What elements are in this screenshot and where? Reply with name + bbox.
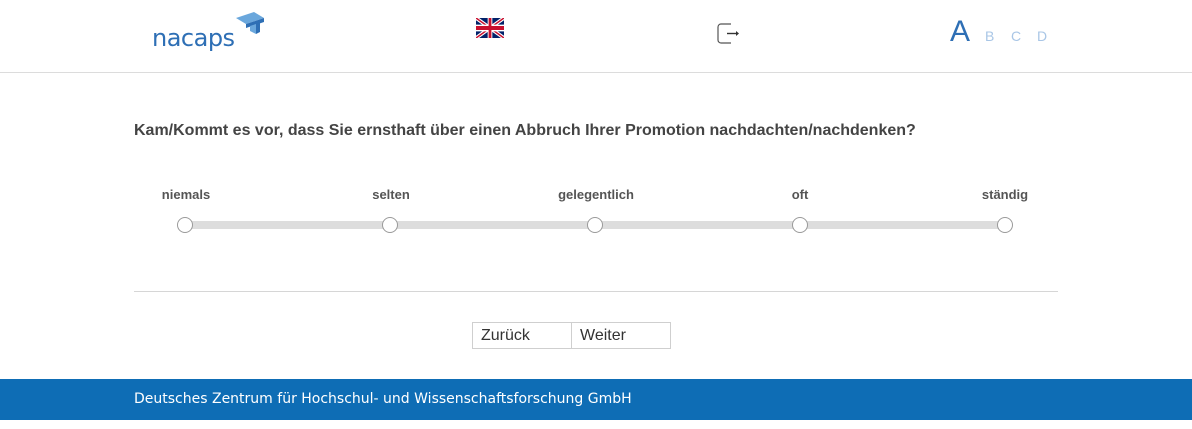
scale-label-selten: selten: [372, 187, 410, 202]
back-button[interactable]: Zurück: [472, 322, 572, 349]
font-size-b[interactable]: B: [985, 28, 1004, 44]
radio-niemals[interactable]: [177, 217, 193, 233]
question-text: Kam/Kommt es vor, dass Sie ernsthaft übe…: [134, 122, 916, 139]
scale-label-oft: oft: [791, 187, 809, 202]
scale-label-gelegentlich: gelegentlich: [558, 187, 634, 202]
navigation-buttons: Zurück Weiter: [472, 322, 671, 349]
radio-selten[interactable]: [382, 217, 398, 233]
scale-label-staendig: ständig: [981, 187, 1029, 202]
font-size-selector: A B C D: [950, 14, 1056, 50]
uk-flag-icon[interactable]: [476, 18, 504, 38]
font-size-d[interactable]: D: [1037, 28, 1056, 44]
footer-text: Deutsches Zentrum für Hochschul- und Wis…: [134, 391, 632, 407]
radio-oft[interactable]: [792, 217, 808, 233]
logo: nacaps: [152, 10, 264, 52]
header: nacaps A B C D: [0, 0, 1192, 73]
radio-gelegentlich[interactable]: [587, 217, 603, 233]
font-size-a[interactable]: A: [950, 14, 979, 50]
frequency-scale: niemals selten gelegentlich oft ständig: [0, 180, 1192, 250]
divider: [134, 291, 1058, 292]
footer: Deutsches Zentrum für Hochschul- und Wis…: [0, 379, 1192, 420]
logout-icon[interactable]: [717, 23, 740, 44]
logo-text: nacaps: [152, 24, 235, 52]
radio-staendig[interactable]: [997, 217, 1013, 233]
font-size-c[interactable]: C: [1011, 28, 1030, 44]
graduation-cap-icon: [236, 12, 264, 34]
next-button[interactable]: Weiter: [571, 322, 671, 349]
survey-page: nacaps A B C D Kam/Kommt es vor, dass Si…: [0, 0, 1192, 429]
scale-label-niemals: niemals: [161, 187, 211, 202]
